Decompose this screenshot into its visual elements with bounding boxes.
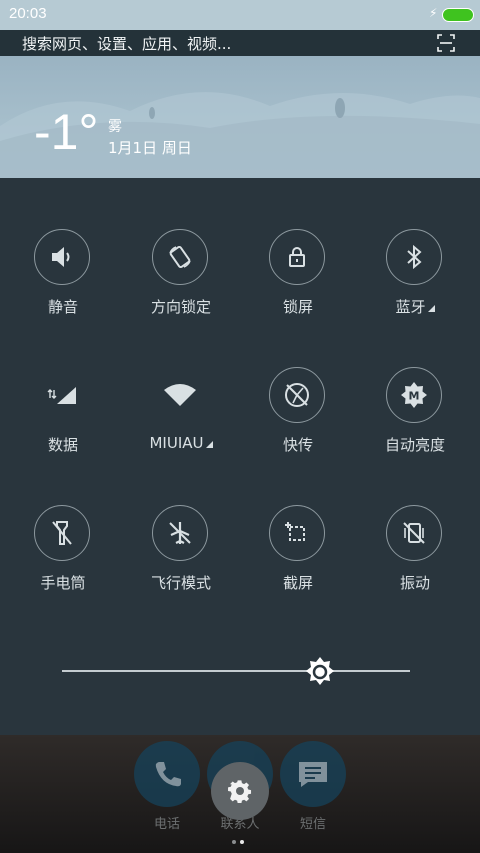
weather-condition: 雾 <box>108 119 122 135</box>
bolt-icon: ⚡ <box>429 6 438 20</box>
tile-airplane[interactable]: 飞行模式 <box>121 505 241 615</box>
tile-label: 快传 <box>282 436 313 454</box>
tile-label: 振动 <box>399 574 430 592</box>
vibrate-icon <box>386 505 442 561</box>
tile-label: 截屏 <box>282 574 313 592</box>
svg-text:M: M <box>409 390 420 403</box>
tile-label: 飞行模式 <box>150 574 211 592</box>
page-dot <box>232 840 236 844</box>
weather-card[interactable]: -1° 雾 1月1日 周日 <box>0 56 480 178</box>
page-indicator <box>232 829 248 848</box>
battery-icon <box>442 8 474 22</box>
mobile-data-icon <box>34 367 90 423</box>
volume-icon <box>34 229 90 285</box>
bluetooth-icon <box>386 229 442 285</box>
weather-date: 1月1日 周日 <box>108 139 192 157</box>
screenshot-icon <box>269 505 325 561</box>
tile-wifi[interactable]: MIUIAU <box>121 367 241 477</box>
message-icon[interactable] <box>280 741 346 807</box>
airplane-icon <box>152 505 208 561</box>
tile-quick-transfer[interactable]: 快传 <box>238 367 358 477</box>
status-time: 20:03 <box>9 5 47 22</box>
tile-mute[interactable]: 静音 <box>3 229 123 339</box>
auto-brightness-icon: M <box>386 367 442 423</box>
dock-label-messages: 短信 <box>299 817 326 832</box>
tile-rotation-lock[interactable]: 方向锁定 <box>121 229 241 339</box>
tile-auto-brightness[interactable]: M 自动亮度 <box>355 367 475 477</box>
tile-label: 方向锁定 <box>150 298 211 316</box>
flashlight-icon <box>34 505 90 561</box>
tile-flashlight[interactable]: 手电筒 <box>3 505 123 615</box>
tile-label: 静音 <box>47 298 78 316</box>
settings-button[interactable] <box>211 762 269 820</box>
home-screen: 电话 联系人 短信 <box>0 735 480 853</box>
brightness-slider[interactable] <box>62 670 410 672</box>
tile-label: 锁屏 <box>282 298 313 316</box>
tile-label: MIUIAU <box>121 434 241 452</box>
tile-vibrate[interactable]: 振动 <box>355 505 475 615</box>
search-bar[interactable]: 搜索网页、设置、应用、视频... <box>0 30 480 56</box>
status-bar: 20:03 ⚡ <box>0 0 480 30</box>
tile-lock-screen[interactable]: 锁屏 <box>238 229 358 339</box>
tile-mobile-data[interactable]: 数据 <box>3 367 123 477</box>
dropdown-indicator-icon <box>427 305 435 312</box>
phone-icon[interactable] <box>134 741 200 807</box>
temperature: -1° <box>34 104 99 160</box>
quick-transfer-icon <box>269 367 325 423</box>
rotation-lock-icon <box>152 229 208 285</box>
tile-label: 蓝牙 <box>355 296 475 317</box>
wifi-icon <box>152 367 208 423</box>
dropdown-indicator-icon <box>205 441 213 448</box>
brightness-thumb[interactable] <box>304 656 336 688</box>
lock-icon <box>269 229 325 285</box>
quick-settings-panel: 静音 方向锁定 锁屏 蓝牙 数据 MIUIAU 快传 M 自动亮度 手电筒 飞行… <box>0 178 480 735</box>
tile-bluetooth[interactable]: 蓝牙 <box>355 229 475 339</box>
scan-icon[interactable] <box>437 34 455 52</box>
tile-label: 自动亮度 <box>384 436 445 454</box>
search-input[interactable]: 搜索网页、设置、应用、视频... <box>22 33 231 54</box>
tile-label: 数据 <box>47 436 78 454</box>
page-dot-active <box>240 840 244 844</box>
tile-label: 手电筒 <box>40 574 86 592</box>
tile-screenshot[interactable]: 截屏 <box>238 505 358 615</box>
gear-icon <box>228 780 252 803</box>
